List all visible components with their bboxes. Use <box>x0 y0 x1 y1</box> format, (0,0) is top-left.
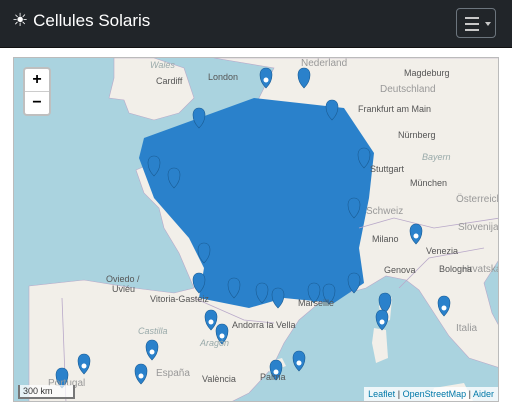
label-oviedo: Oviedo / <box>106 274 140 284</box>
attribution-separator-2: | <box>468 389 471 399</box>
label-frankfurt: Frankfurt am Main <box>358 104 432 114</box>
label-magdeburg: Magdeburg <box>404 68 450 78</box>
osm-link[interactable]: OpenStreetMap <box>403 389 467 399</box>
label-castilla: Castilla <box>138 326 168 336</box>
attribution-separator: | <box>397 389 401 399</box>
label-stuttgart: Stuttgart <box>370 164 405 174</box>
label-london: London <box>208 72 239 82</box>
label-venezia: Venezia <box>426 246 459 256</box>
scale-bar: 300 km <box>18 385 75 399</box>
label-marseille: Marseille <box>298 298 335 308</box>
map-attribution: Leaflet | OpenStreetMap | Aider <box>364 387 498 401</box>
label-bayern: Bayern <box>422 152 451 162</box>
menu-toggle-button[interactable] <box>456 8 496 38</box>
label-osterreich: Österreich <box>456 194 499 205</box>
brand-title: Cellules Solaris <box>33 10 151 30</box>
label-milano: Milano <box>372 234 399 244</box>
sun-icon: ☀ <box>12 10 29 30</box>
label-cardiff: Cardiff <box>156 76 183 86</box>
label-nederland: Nederland <box>301 58 348 69</box>
label-schweiz: Schweiz <box>366 206 404 217</box>
label-valencia: València <box>202 374 236 384</box>
top-navbar: ☀ Cellules Solaris <box>0 0 512 48</box>
help-link[interactable]: Aider <box>473 389 494 399</box>
hamburger-menu-icon <box>465 17 479 35</box>
caret-down-icon <box>485 22 491 26</box>
label-uvieu: Uviéu <box>112 284 136 294</box>
label-wales: Wales <box>150 60 175 70</box>
label-genova: Genova <box>384 265 416 275</box>
label-slovenija: Slovenija <box>458 222 499 233</box>
label-andorra: Andorra la Vella <box>232 320 296 330</box>
label-aragon: Aragón <box>200 338 230 348</box>
label-deutschland: Deutschland <box>380 84 436 95</box>
zoom-in-button[interactable]: + <box>25 69 49 92</box>
map-container[interactable]: Wales Cardiff London Nederland Magdeburg… <box>13 57 499 402</box>
brand[interactable]: ☀ Cellules Solaris <box>12 10 150 31</box>
zoom-control: + − <box>23 67 51 116</box>
label-nurnberg: Nürnberg <box>398 130 436 140</box>
label-bologna: Bologna <box>439 264 473 274</box>
label-italia: Italia <box>456 323 478 334</box>
label-munchen: München <box>410 178 448 188</box>
label-espana: España <box>156 368 190 379</box>
zoom-out-button[interactable]: − <box>25 92 49 114</box>
leaflet-link[interactable]: Leaflet <box>368 389 395 399</box>
label-vitoria: Vitoria-Gasteiz <box>150 294 209 304</box>
label-palma: Palma <box>260 372 286 382</box>
